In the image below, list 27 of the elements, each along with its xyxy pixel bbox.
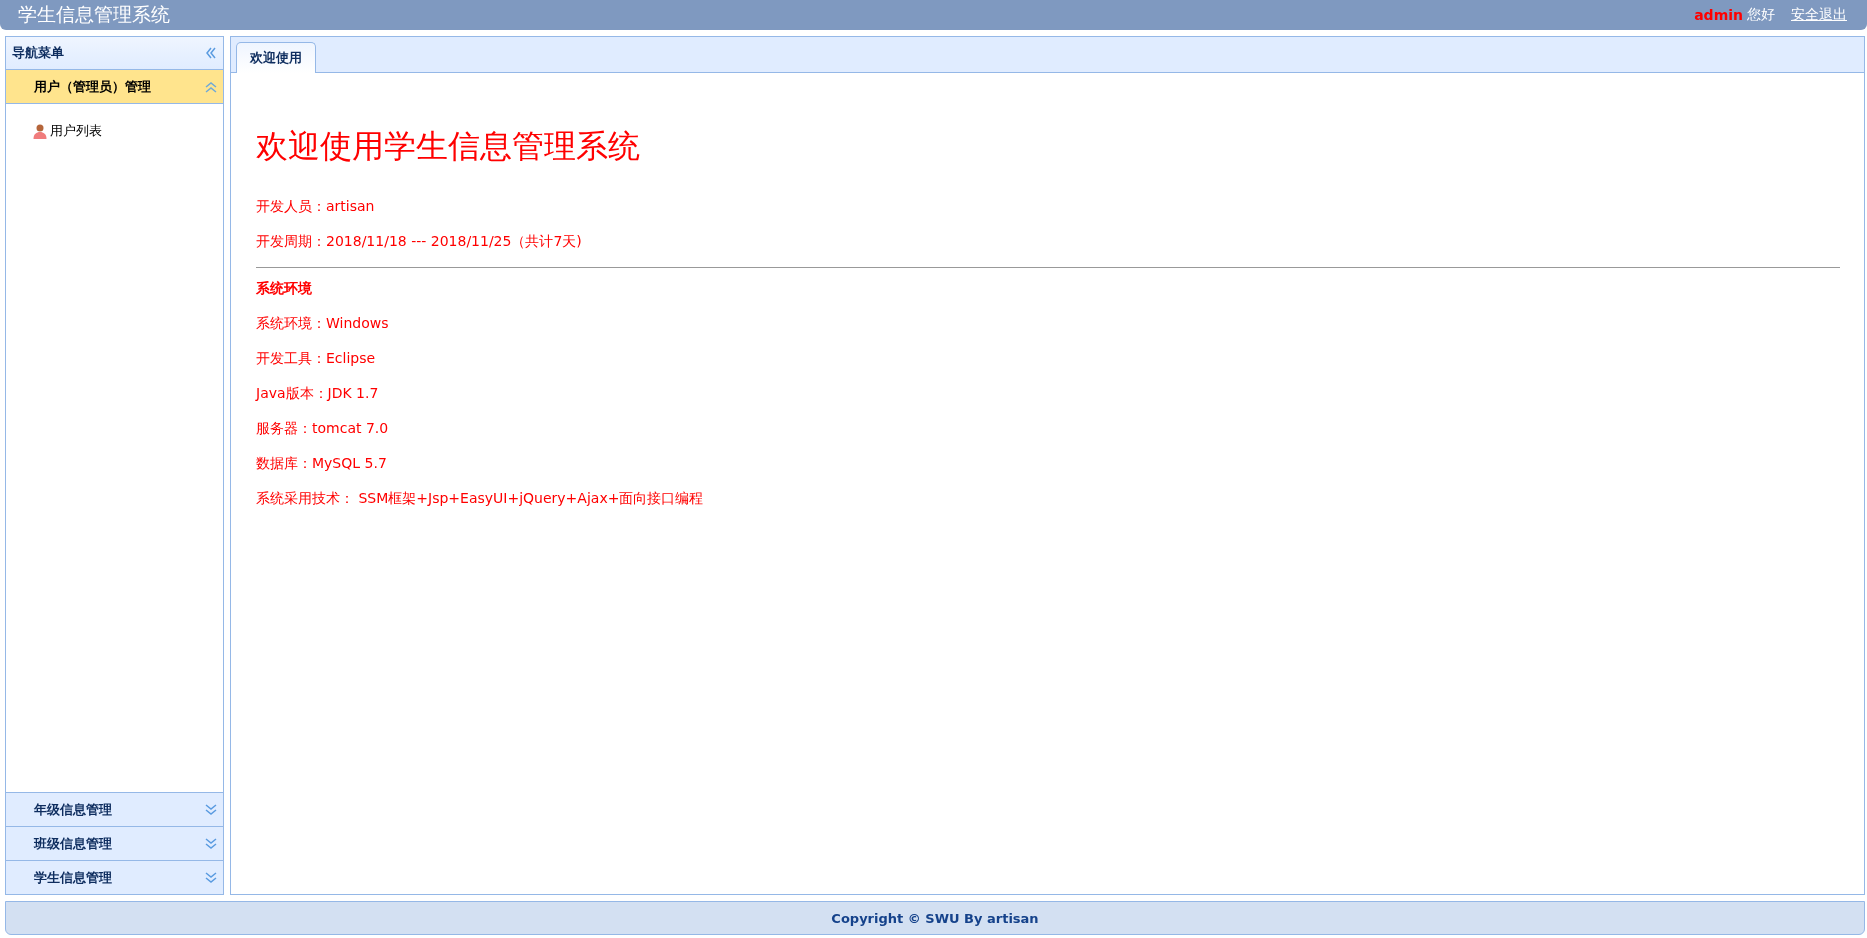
copyright-text: Copyright © SWU By artisan (831, 910, 1039, 926)
info-text: 数据库：MySQL 5.7 (256, 454, 388, 473)
tab[interactable]: 欢迎使用 (236, 42, 316, 73)
greeting-text: 您好 (1747, 6, 1775, 24)
info-text: 系统环境：Windows (256, 314, 390, 333)
chevron-down-icon (205, 803, 217, 816)
user-name: admin (1694, 7, 1743, 23)
sidebar-title: 导航菜单 (12, 44, 64, 62)
section-heading: 系统环境 (256, 279, 313, 298)
info-text: Java版本：JDK 1.7 (256, 384, 380, 403)
accordion-header[interactable]: 班级信息管理 (6, 826, 223, 860)
menu-item[interactable]: 用户列表 (32, 122, 102, 140)
user-icon (32, 123, 48, 139)
info-text: 开发周期：2018/11/18 --- 2018/11/25（共计7天) (256, 232, 583, 251)
accordion-header[interactable]: 年级信息管理 (6, 792, 223, 826)
accordion-header[interactable]: 学生信息管理 (6, 860, 223, 894)
collapse-icon[interactable] (205, 47, 217, 59)
info-text: 系统采用技术： SSM框架+Jsp+EasyUI+jQuery+Ajax+面向接口编程 (256, 489, 705, 508)
info-text: 开发人员：artisan (256, 197, 376, 216)
welcome-heading: 欢迎使用学生信息管理系统 (256, 126, 641, 167)
chevron-down-icon (205, 871, 217, 884)
info-text: 开发工具：Eclipse (256, 349, 377, 368)
accordion-header[interactable]: 用户（管理员）管理 (6, 70, 223, 104)
info-text: 服务器：tomcat 7.0 (256, 419, 390, 438)
chevron-up-icon (205, 80, 217, 93)
chevron-down-icon (205, 837, 217, 850)
app-title: 学生信息管理系统 (18, 2, 170, 27)
